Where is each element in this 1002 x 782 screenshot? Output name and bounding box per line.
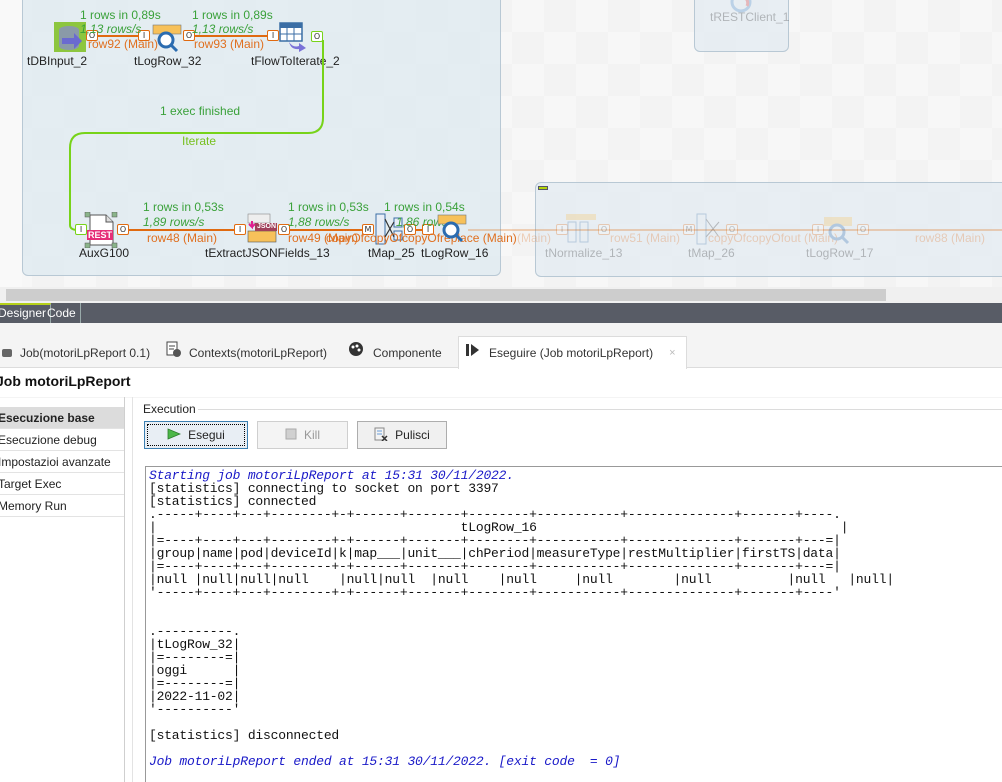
rest-client-icon [728, 0, 754, 16]
log-row-icon[interactable] [436, 214, 468, 244]
clear-button[interactable]: Pulisci [357, 421, 447, 449]
stop-icon [285, 428, 297, 443]
job-icon [2, 349, 12, 357]
clear-label: Pulisci [395, 428, 430, 442]
close-tab-icon[interactable]: × [669, 340, 675, 366]
tab-code[interactable]: Code [43, 303, 81, 323]
palette-icon [347, 340, 365, 366]
run-label: Esegui [188, 428, 225, 442]
normalize-icon[interactable] [566, 214, 596, 244]
kill-button[interactable]: Kill [257, 421, 348, 449]
output-port[interactable]: O [117, 224, 129, 235]
play-icon [167, 427, 182, 443]
menu-item-impostazioni-avanzate[interactable]: Impostazioi avanzate [0, 451, 125, 473]
node-label: tMap_26 [688, 246, 735, 260]
tab-label: Job(motoriLpReport 0.1) [20, 346, 151, 360]
menu-item-memory-run[interactable]: Memory Run [0, 495, 125, 517]
iterate-status: 1 exec finished [160, 104, 241, 118]
console-table-line: '----------' [149, 702, 241, 717]
execution-group-label: Execution [141, 402, 198, 416]
run-icon [465, 340, 481, 366]
json-badge: JSON [257, 223, 277, 230]
scrollbar-thumb[interactable] [6, 289, 886, 301]
console-table-line: '-----+----+---+--------+-+------+------… [149, 585, 841, 600]
input-port[interactable]: I [234, 224, 246, 235]
console-line: [statistics] disconnected [149, 728, 340, 743]
clear-icon [374, 427, 388, 444]
node-label: tMap_25 [368, 246, 415, 260]
node-label: tLogRow_17 [806, 246, 874, 260]
console-output[interactable]: Starting job motoriLpReport at 15:31 30/… [145, 466, 1002, 782]
menu-item-esecuzione-base[interactable]: Esecuzione base [0, 407, 125, 429]
divider [132, 397, 133, 782]
link-stat-rate: 1,89 rows/s [143, 215, 205, 229]
node-label: tExtractJSONFields_13 [205, 246, 330, 260]
divider [0, 397, 1002, 398]
page-title: Job motoriLpReport [0, 373, 131, 389]
link-label: row48 (Main) [147, 231, 218, 245]
iterate-label: Iterate [182, 134, 217, 148]
canvas-horizontal-scrollbar[interactable] [0, 287, 1002, 303]
tab-label: Componente [373, 346, 442, 360]
contexts-icon [165, 340, 181, 366]
tab-eseguire[interactable]: Eseguire (Job motoriLpReport) × [458, 336, 687, 369]
link-stat-rows: 1 rows in 0,53s [288, 200, 369, 214]
link-label: row88 (Main) [915, 231, 986, 245]
menu-item-target-exec[interactable]: Target Exec [0, 473, 125, 495]
tab-label: Eseguire (Job motoriLpReport) [489, 346, 654, 360]
link-stat-rows: 1 rows in 0,54s [384, 200, 465, 214]
job-designer-canvas[interactable]: tRESTClient_1 tDBInput_2 O I 1 rows in 0… [0, 0, 1002, 287]
divider [124, 397, 125, 782]
link-label: (Main) [517, 231, 552, 245]
rest-badge: REST [88, 230, 113, 240]
node-label: AuxG100 [79, 246, 130, 260]
output-port[interactable]: O [598, 224, 610, 235]
editor-mode-tabs: Designer Code [0, 303, 1002, 323]
link-label: row51 (Main) [610, 231, 681, 245]
node-label: tLogRow_16 [421, 246, 489, 260]
menu-item-esecuzione-debug[interactable]: Esecuzione debug [0, 429, 125, 451]
run-settings-menu: Esecuzione base Esecuzione debug Imposta… [0, 407, 125, 517]
run-button[interactable]: Esegui [144, 421, 248, 449]
tab-contexts[interactable]: Contexts(motoriLpReport) [165, 338, 327, 368]
console-end-line: Job motoriLpReport ended at 15:31 30/11/… [149, 754, 621, 769]
tab-job[interactable]: Job(motoriLpReport 0.1) [2, 338, 150, 368]
link-stat-rows: 1 rows in 0,53s [143, 200, 224, 214]
tab-componente[interactable]: Componente [347, 338, 442, 368]
view-tabs: Job(motoriLpReport 0.1) Contexts(motoriL… [0, 323, 1002, 369]
tab-label: Contexts(motoriLpReport) [189, 346, 328, 360]
link-label: copyOfcopyOfcopyOfreplace (Main) [326, 231, 517, 245]
kill-label: Kill [303, 428, 320, 442]
link-stat-rate: 1,88 rows/s [288, 215, 350, 229]
subjob-collapse-toggle[interactable] [538, 186, 548, 190]
input-port[interactable]: M [683, 224, 695, 235]
log-row-icon[interactable] [822, 216, 854, 246]
node-label: tNormalize_13 [545, 246, 623, 260]
group-border [194, 409, 1002, 410]
output-port[interactable]: O [857, 224, 869, 235]
